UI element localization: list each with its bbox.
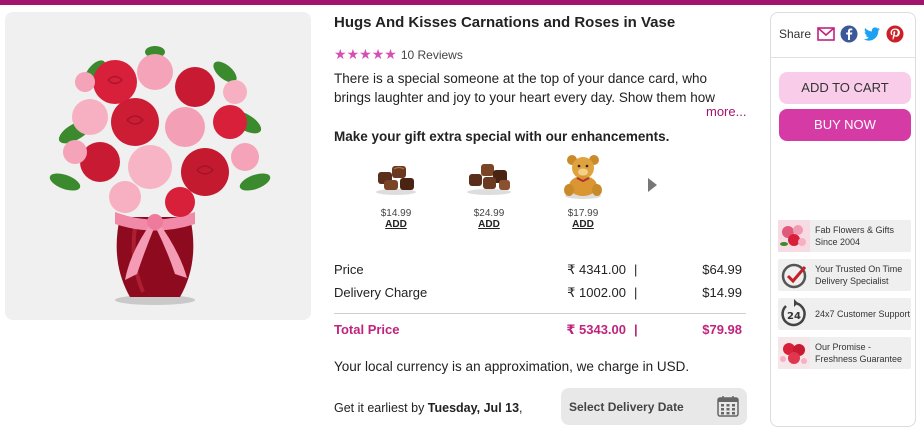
roses-icon xyxy=(778,337,810,369)
support-24-icon: 24 xyxy=(781,299,806,327)
addon-add-button[interactable]: ADD xyxy=(553,219,613,230)
pinterest-icon[interactable] xyxy=(886,25,904,43)
facebook-icon[interactable] xyxy=(840,25,858,43)
total-price-label: Total Price xyxy=(334,322,400,337)
usp-item: Your Trusted On Time Delivery Specialist xyxy=(778,259,911,291)
email-icon[interactable] xyxy=(817,25,835,43)
addon-item: $24.99 ADD xyxy=(459,152,519,230)
total-price-usd: $79.98 xyxy=(702,322,742,337)
usp-text: Our Promise - Freshness Guarantee xyxy=(815,342,903,364)
teddy-bear-icon xyxy=(564,155,602,199)
share-label: Share xyxy=(779,27,812,41)
addon-price: $17.99 xyxy=(567,208,599,219)
share-row: Share xyxy=(779,25,909,43)
addon-price: $24.99 xyxy=(473,208,505,219)
star-rating: ★ ★ ★ ★ ★ xyxy=(334,48,397,62)
addon-add-button[interactable]: ADD xyxy=(459,219,519,230)
reviews-link[interactable]: 10 Reviews xyxy=(401,48,463,62)
chocolates-icon xyxy=(376,166,416,195)
product-description: There is a special someone at the top of… xyxy=(334,71,715,105)
enhancements-heading: Make your gift extra special with our en… xyxy=(334,129,670,144)
earliest-prefix: Get it earliest by xyxy=(334,401,428,415)
price-inr: ₹ 4341.00 xyxy=(567,262,626,277)
usp-text: 24x7 Customer Support xyxy=(815,309,911,319)
currency-note: Your local currency is an approximation,… xyxy=(334,359,690,374)
calendar-icon xyxy=(717,396,739,417)
usp-text: Your Trusted On Time Delivery Specialist xyxy=(815,264,903,286)
bouquet-image xyxy=(5,12,311,320)
delivery-charge-label: Delivery Charge xyxy=(334,285,428,300)
flowers-icon xyxy=(778,220,810,252)
share-divider xyxy=(771,57,915,58)
carousel-next-icon[interactable] xyxy=(648,178,657,192)
purchase-panel: Share ADD TO CART BUY NOW Fab Flowers & xyxy=(770,12,916,427)
price-divider xyxy=(334,313,746,314)
star-icon: ★ xyxy=(371,47,385,63)
total-price-inr: ₹ 5343.00 xyxy=(566,322,626,337)
select-delivery-date-label: Select Delivery Date xyxy=(569,400,684,414)
chocolates-box-icon xyxy=(467,164,511,195)
price-separator: | xyxy=(634,322,638,337)
top-brand-bar xyxy=(0,0,924,5)
rating[interactable]: ★ ★ ★ ★ ★ 10 Reviews xyxy=(334,48,463,62)
star-icon: ★ xyxy=(384,47,397,63)
price-usd: $64.99 xyxy=(702,262,742,277)
star-icon: ★ xyxy=(359,47,372,63)
usp-item: Fab Flowers & Gifts Since 2004 xyxy=(778,220,911,252)
delivery-charge-usd: $14.99 xyxy=(702,285,742,300)
addon-price: $14.99 xyxy=(380,208,412,219)
product-title: Hugs And Kisses Carnations and Roses in … xyxy=(334,14,676,31)
product-image[interactable] xyxy=(5,12,311,320)
price-separator: | xyxy=(634,262,638,277)
select-delivery-date-button[interactable]: Select Delivery Date xyxy=(561,388,747,425)
price-separator: | xyxy=(634,285,638,300)
star-icon: ★ xyxy=(334,47,347,63)
twitter-icon[interactable] xyxy=(863,25,881,43)
earliest-delivery-text: Get it earliest by Tuesday, Jul 13, xyxy=(334,401,523,415)
delivery-charge-inr: ₹ 1002.00 xyxy=(567,285,626,300)
addon-item: $17.99 ADD xyxy=(553,152,613,230)
svg-text:24: 24 xyxy=(787,311,801,322)
clock-check-icon xyxy=(781,263,807,289)
usp-text: Fab Flowers & Gifts Since 2004 xyxy=(815,225,895,247)
earliest-suffix: , xyxy=(519,401,523,415)
usp-item: 24 24x7 Customer Support xyxy=(778,298,911,330)
usp-item: Our Promise - Freshness Guarantee xyxy=(778,337,911,369)
addon-item: $14.99 ADD xyxy=(366,152,426,230)
earliest-date: Tuesday, Jul 13 xyxy=(427,401,520,415)
price-label: Price xyxy=(334,262,364,277)
buy-now-button[interactable]: BUY NOW xyxy=(779,109,911,141)
add-to-cart-button[interactable]: ADD TO CART xyxy=(779,72,911,104)
more-link[interactable]: more... xyxy=(706,104,746,119)
addon-add-button[interactable]: ADD xyxy=(366,219,426,230)
star-icon: ★ xyxy=(346,47,360,63)
